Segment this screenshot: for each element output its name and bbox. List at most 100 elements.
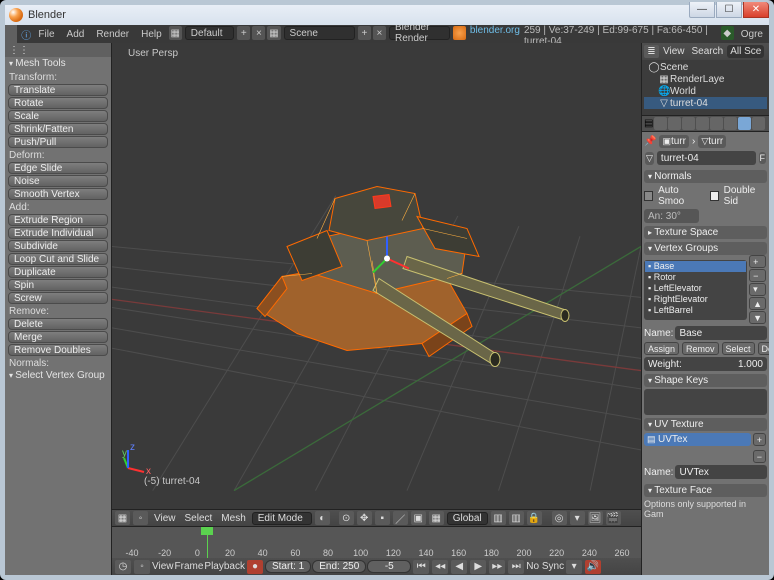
uv-map-item[interactable]: ▤ UVTex [644, 433, 751, 446]
toolshelf-handle[interactable]: ⋮⋮ [5, 43, 111, 57]
render-icon[interactable]: 🖼 [588, 511, 603, 525]
tab-render-icon[interactable] [654, 117, 667, 130]
3d-viewport[interactable]: User Persp (-5) turret-04 x y z [112, 43, 641, 509]
tl-menu-view[interactable]: View [152, 561, 174, 572]
play-icon[interactable]: ▶ [470, 560, 486, 574]
area-drag-handle[interactable] [5, 25, 17, 43]
menu-render[interactable]: Render [90, 25, 135, 43]
vgroup-rotor[interactable]: ▪ Rotor [645, 272, 746, 283]
tool-delete[interactable]: Delete [8, 318, 108, 330]
menu-file[interactable]: File [32, 25, 60, 43]
scene-browse-icon[interactable]: ▦ [267, 26, 280, 40]
limit-sel-icon[interactable]: ▦ [429, 511, 444, 525]
uvtex-panel-header[interactable]: UV Texture [644, 418, 767, 431]
crumb-object[interactable]: ▣ turr [659, 135, 689, 148]
tool-rotate[interactable]: Rotate [8, 97, 108, 109]
normals-panel-header[interactable]: Normals [644, 170, 767, 183]
info-editor-icon[interactable]: ⓘ [20, 25, 32, 43]
viewport-pin-icon[interactable]: ◦ [133, 511, 148, 525]
render-engine-field[interactable]: Blender Render [389, 26, 450, 40]
tab-objectdata-icon[interactable] [738, 117, 751, 130]
vg-select-button[interactable]: Select [722, 342, 755, 355]
tl-pin-icon[interactable]: ◦ [134, 560, 150, 574]
tool-duplicate[interactable]: Duplicate [8, 266, 108, 278]
mesh-browse-icon[interactable]: ▽ [645, 152, 654, 165]
tool-edge-slide[interactable]: Edge Slide [8, 162, 108, 174]
properties-editor-icon[interactable]: ▤ [644, 118, 653, 129]
render-anim-icon[interactable]: 🎬 [606, 511, 621, 525]
manipulator-toggle-icon[interactable]: ✥ [357, 511, 372, 525]
vg-weight-field[interactable]: Weight: 1.000 [644, 357, 767, 371]
outliner-item-turret-04[interactable]: ▽turret-04 [644, 97, 767, 109]
tool-smooth-vertex[interactable]: Smooth Vertex [8, 188, 108, 200]
minimize-button[interactable]: ― [689, 2, 715, 18]
vgroup-leftbarrel[interactable]: ▪ LeftBarrel [645, 305, 746, 316]
tool-shrink-fatten[interactable]: Shrink/Fatten [8, 123, 108, 135]
tool-extrude-individual[interactable]: Extrude Individual [8, 227, 108, 239]
ogre-exporter-label[interactable]: Ogre [735, 25, 769, 43]
vgroup-leftelevator[interactable]: ▪ LeftElevator [645, 283, 746, 294]
tool-subdivide[interactable]: Subdivide [8, 240, 108, 252]
vertex-groups-list[interactable]: ▪ Base▪ Rotor▪ LeftElevator▪ RightElevat… [644, 260, 747, 320]
snap-icon[interactable]: ◎ [552, 511, 567, 525]
display-mode-icon[interactable]: ◐ [315, 511, 330, 525]
layers-2-icon[interactable]: ▥ [509, 511, 524, 525]
tool-scale[interactable]: Scale [8, 110, 108, 122]
scene-field[interactable]: Scene [284, 26, 355, 40]
shapekeys-panel-header[interactable]: Shape Keys [644, 374, 767, 387]
vp-menu-select[interactable]: Select [181, 513, 217, 524]
prev-key-icon[interactable]: ◂◂ [432, 560, 448, 574]
vg-assign-button[interactable]: Assign [644, 342, 679, 355]
mode-dropdown[interactable]: Edit Mode [252, 512, 312, 525]
add-scene-button[interactable]: + [358, 26, 371, 40]
menu-help[interactable]: Help [135, 25, 168, 43]
start-frame-field[interactable]: Start: 1 [265, 560, 311, 573]
pivot-icon[interactable]: ⊙ [339, 511, 354, 525]
tool-noise[interactable]: Noise [8, 175, 108, 187]
vg-add-button[interactable]: + [749, 255, 766, 268]
tool-remove-doubles[interactable]: Remove Doubles [8, 344, 108, 356]
mesh-tools-header[interactable]: Mesh Tools [5, 57, 111, 70]
tl-speaker-icon[interactable]: 🔊 [585, 560, 601, 574]
jump-end-icon[interactable]: ⏭ [508, 560, 524, 574]
tool-push-pull[interactable]: Push/Pull [8, 136, 108, 148]
tool-extrude-region[interactable]: Extrude Region [8, 214, 108, 226]
sel-edge-icon[interactable]: ／ [393, 511, 408, 525]
tl-menu-playback[interactable]: Playback [204, 561, 245, 572]
texspace-panel-header[interactable]: Texture Space [644, 226, 767, 239]
vgroup-base[interactable]: ▪ Base [645, 261, 746, 272]
tl-editor-type-icon[interactable]: ◷ [115, 560, 131, 574]
uv-name-field[interactable]: UVTex [675, 465, 767, 479]
close-button[interactable]: ✕ [743, 2, 769, 18]
out-menu-view[interactable]: View [660, 46, 688, 57]
uv-remove-button[interactable]: − [753, 450, 766, 463]
tab-world-icon[interactable] [682, 117, 695, 130]
outliner-tree[interactable]: ◯Scene▦RenderLaye🌐World▽turret-04 [642, 60, 769, 115]
sel-vert-icon[interactable]: ▪ [375, 511, 390, 525]
tool-loop-cut-and-slide[interactable]: Loop Cut and Slide [8, 253, 108, 265]
sync-dropdown[interactable]: No Sync [526, 561, 564, 572]
shapekeys-list[interactable] [644, 389, 767, 415]
tool-spin[interactable]: Spin [8, 279, 108, 291]
next-key-icon[interactable]: ▸▸ [489, 560, 505, 574]
del-scene-button[interactable]: × [373, 26, 386, 40]
tl-marker-icon[interactable]: ▾ [566, 560, 582, 574]
screen-browse-icon[interactable]: ▦ [169, 26, 182, 40]
out-menu-search[interactable]: Search [689, 46, 727, 57]
crumb-mesh[interactable]: ▽ turr [698, 135, 726, 148]
tab-scene-icon[interactable] [668, 117, 681, 130]
select-vgroup-header[interactable]: Select Vertex Group [5, 369, 111, 382]
tool-merge[interactable]: Merge [8, 331, 108, 343]
play-rev-icon[interactable]: ◀ [451, 560, 467, 574]
outliner-item-scene[interactable]: ◯Scene [644, 61, 767, 73]
vg-movedown-button[interactable]: ▼ [749, 311, 766, 324]
tab-material-icon[interactable] [752, 117, 765, 130]
add-layout-button[interactable]: + [237, 26, 250, 40]
vgroups-panel-header[interactable]: Vertex Groups [644, 242, 767, 255]
ogre-exporter-icon[interactable]: ◆ [721, 26, 734, 40]
menu-add[interactable]: Add [61, 25, 91, 43]
vp-menu-mesh[interactable]: Mesh [217, 513, 249, 524]
orientation-dropdown[interactable]: Global [447, 512, 488, 525]
vg-name-field[interactable]: Base [675, 326, 767, 340]
layers-1-icon[interactable]: ▥ [491, 511, 506, 525]
